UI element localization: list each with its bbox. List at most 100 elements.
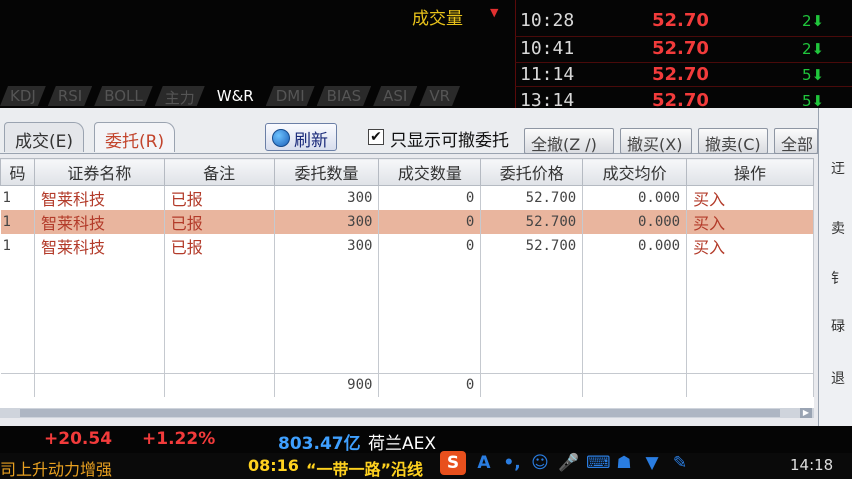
tab-dmi[interactable]: DMI	[266, 86, 315, 106]
cell-code: 1	[0, 185, 35, 210]
tick-row: 10:28 52.70 2⬇	[520, 10, 850, 34]
only-cancellable-label: 只显示可撤委托	[390, 131, 509, 151]
col-action[interactable]: 操作	[686, 158, 814, 186]
col-order-price[interactable]: 委托价格	[480, 158, 584, 186]
total-filled-qty: 0	[378, 372, 482, 397]
panel-toolbar: 成交(E) 委托(R) 刷新 ✔ 只显示可撤委托 全撤(Z /) 撤买(X) 撤…	[0, 108, 818, 154]
globe-icon	[272, 129, 290, 147]
only-cancellable-checkbox[interactable]: ✔	[368, 129, 384, 145]
cell-action: 买入	[686, 185, 814, 210]
table-header: 码 证券名称 备注 委托数量 成交数量 委托价格 成交均价 操作	[0, 158, 814, 186]
tick-price: 52.70	[652, 38, 709, 59]
cell-order-price: 52.700	[480, 185, 584, 210]
scrollbar-thumb[interactable]	[20, 409, 780, 417]
tab-asi[interactable]: ASI	[373, 86, 417, 106]
keyboard-icon[interactable]: ⌨	[586, 453, 611, 473]
empty-row	[0, 281, 814, 304]
cell-note: 已报	[164, 210, 275, 234]
tab-trades[interactable]: 成交(E)	[4, 122, 85, 152]
col-avg-price[interactable]: 成交均价	[582, 158, 688, 186]
cell-order-price: 52.700	[480, 234, 584, 258]
empty-row	[0, 327, 814, 350]
grid-line	[515, 62, 852, 63]
empty-row	[0, 258, 814, 281]
tab-boll[interactable]: BOLL	[94, 86, 153, 106]
col-note[interactable]: 备注	[163, 158, 275, 186]
side-char: 钅	[831, 271, 845, 287]
tick-row: 10:41 52.70 2⬇	[520, 38, 850, 62]
cell-order-qty: 300	[274, 210, 380, 234]
index-name[interactable]: 荷兰AEX	[368, 429, 436, 454]
tray-clock: 14:18	[790, 456, 834, 474]
side-char: 碌	[831, 319, 845, 335]
col-order-qty[interactable]: 委托数量	[273, 158, 380, 186]
index-change-pct: +1.22%	[142, 429, 216, 449]
indicator-tabs: KDJ RSI BOLL 主力 W&R DMI BIAS ASI VR	[0, 86, 460, 108]
index-change-abs: +20.54	[44, 429, 113, 449]
ime-toolbar: S A •, ☺ 🎤 ⌨ ☗ ▼ ✎	[440, 449, 690, 477]
tick-price: 52.70	[652, 64, 709, 85]
empty-row	[0, 350, 814, 373]
table-row[interactable]: 1 智莱科技 已报 300 0 52.700 0.000 买入	[0, 234, 814, 258]
horizontal-scrollbar[interactable]: ▶	[0, 408, 814, 418]
tab-orders[interactable]: 委托(R)	[94, 122, 176, 152]
index-status-bar: +20.54 +1.22% 803.47亿 荷兰AEX	[0, 426, 852, 454]
tab-rsi[interactable]: RSI	[48, 86, 92, 106]
col-code[interactable]: 码	[0, 158, 35, 186]
empty-row	[0, 304, 814, 327]
tab-bias[interactable]: BIAS	[317, 86, 372, 106]
table-row[interactable]: 1 智莱科技 已报 300 0 52.700 0.000 买入	[0, 185, 814, 210]
cell-name: 智莱科技	[34, 210, 165, 234]
tick-price: 52.70	[652, 10, 709, 31]
side-char: 卖	[831, 221, 845, 237]
all-button[interactable]: 全部	[774, 128, 818, 154]
cell-action: 买入	[686, 234, 814, 258]
ticker-left-text[interactable]: 司上升动力增强	[0, 456, 112, 479]
cell-filled-qty: 0	[378, 234, 482, 258]
grid-divider	[515, 0, 516, 108]
emoji-icon[interactable]: ☺	[530, 453, 550, 473]
refresh-button[interactable]: 刷新	[265, 123, 337, 151]
tab-kdj[interactable]: KDJ	[0, 86, 46, 106]
tick-time: 11:14	[520, 64, 575, 85]
scroll-right-arrow-icon[interactable]: ▶	[800, 408, 812, 418]
col-name[interactable]: 证券名称	[33, 158, 165, 186]
cancel-all-button[interactable]: 全撤(Z /)	[524, 128, 614, 154]
cell-avg-price: 0.000	[582, 185, 688, 210]
cell-name: 智莱科技	[34, 185, 165, 210]
cell-action: 买入	[686, 210, 814, 234]
ime-mode-icon[interactable]: A	[474, 453, 494, 473]
cell-name: 智莱科技	[34, 234, 165, 258]
table-row-selected[interactable]: 1 智莱科技 已报 300 0 52.700 0.000 买入	[0, 210, 814, 234]
cell-order-price: 52.700	[480, 210, 584, 234]
microphone-icon[interactable]: 🎤	[558, 453, 579, 473]
sogou-ime-icon[interactable]: S	[440, 451, 466, 475]
tick-qty: 2⬇	[802, 12, 825, 30]
cell-filled-qty: 0	[378, 185, 482, 210]
cell-code: 1	[0, 234, 35, 258]
news-ticker-bar: 司上升动力增强 08:16 “一带一路”沿线	[0, 453, 852, 479]
tick-price: 52.70	[652, 90, 709, 108]
totals-row: 900 0	[0, 372, 814, 397]
total-order-qty: 900	[274, 372, 380, 397]
skin-icon[interactable]: ▼	[642, 453, 662, 473]
punctuation-icon[interactable]: •,	[502, 453, 522, 473]
tab-wr[interactable]: W&R	[207, 86, 264, 106]
cancel-sell-button[interactable]: 撤卖(C)	[698, 128, 768, 154]
side-char: 退	[831, 371, 845, 387]
user-icon[interactable]: ☗	[614, 453, 634, 473]
tick-qty: 5⬇	[802, 92, 825, 108]
cell-code: 1	[0, 210, 35, 234]
news-text[interactable]: “一带一路”沿线	[306, 456, 423, 479]
tick-qty: 2⬇	[802, 40, 825, 58]
cell-order-qty: 300	[274, 185, 380, 210]
settings-wrench-icon[interactable]: ✎	[670, 453, 690, 473]
cell-avg-price: 0.000	[582, 210, 688, 234]
tick-row: 11:14 52.70 5⬇	[520, 64, 850, 88]
side-char: 迂	[831, 161, 845, 177]
tab-vr[interactable]: VR	[419, 86, 460, 106]
cancel-buy-button[interactable]: 撤买(X)	[620, 128, 692, 154]
dropdown-arrow-icon[interactable]: ▼	[490, 6, 498, 19]
tab-main-force[interactable]: 主力	[155, 86, 205, 106]
col-filled-qty[interactable]: 成交数量	[378, 158, 482, 186]
